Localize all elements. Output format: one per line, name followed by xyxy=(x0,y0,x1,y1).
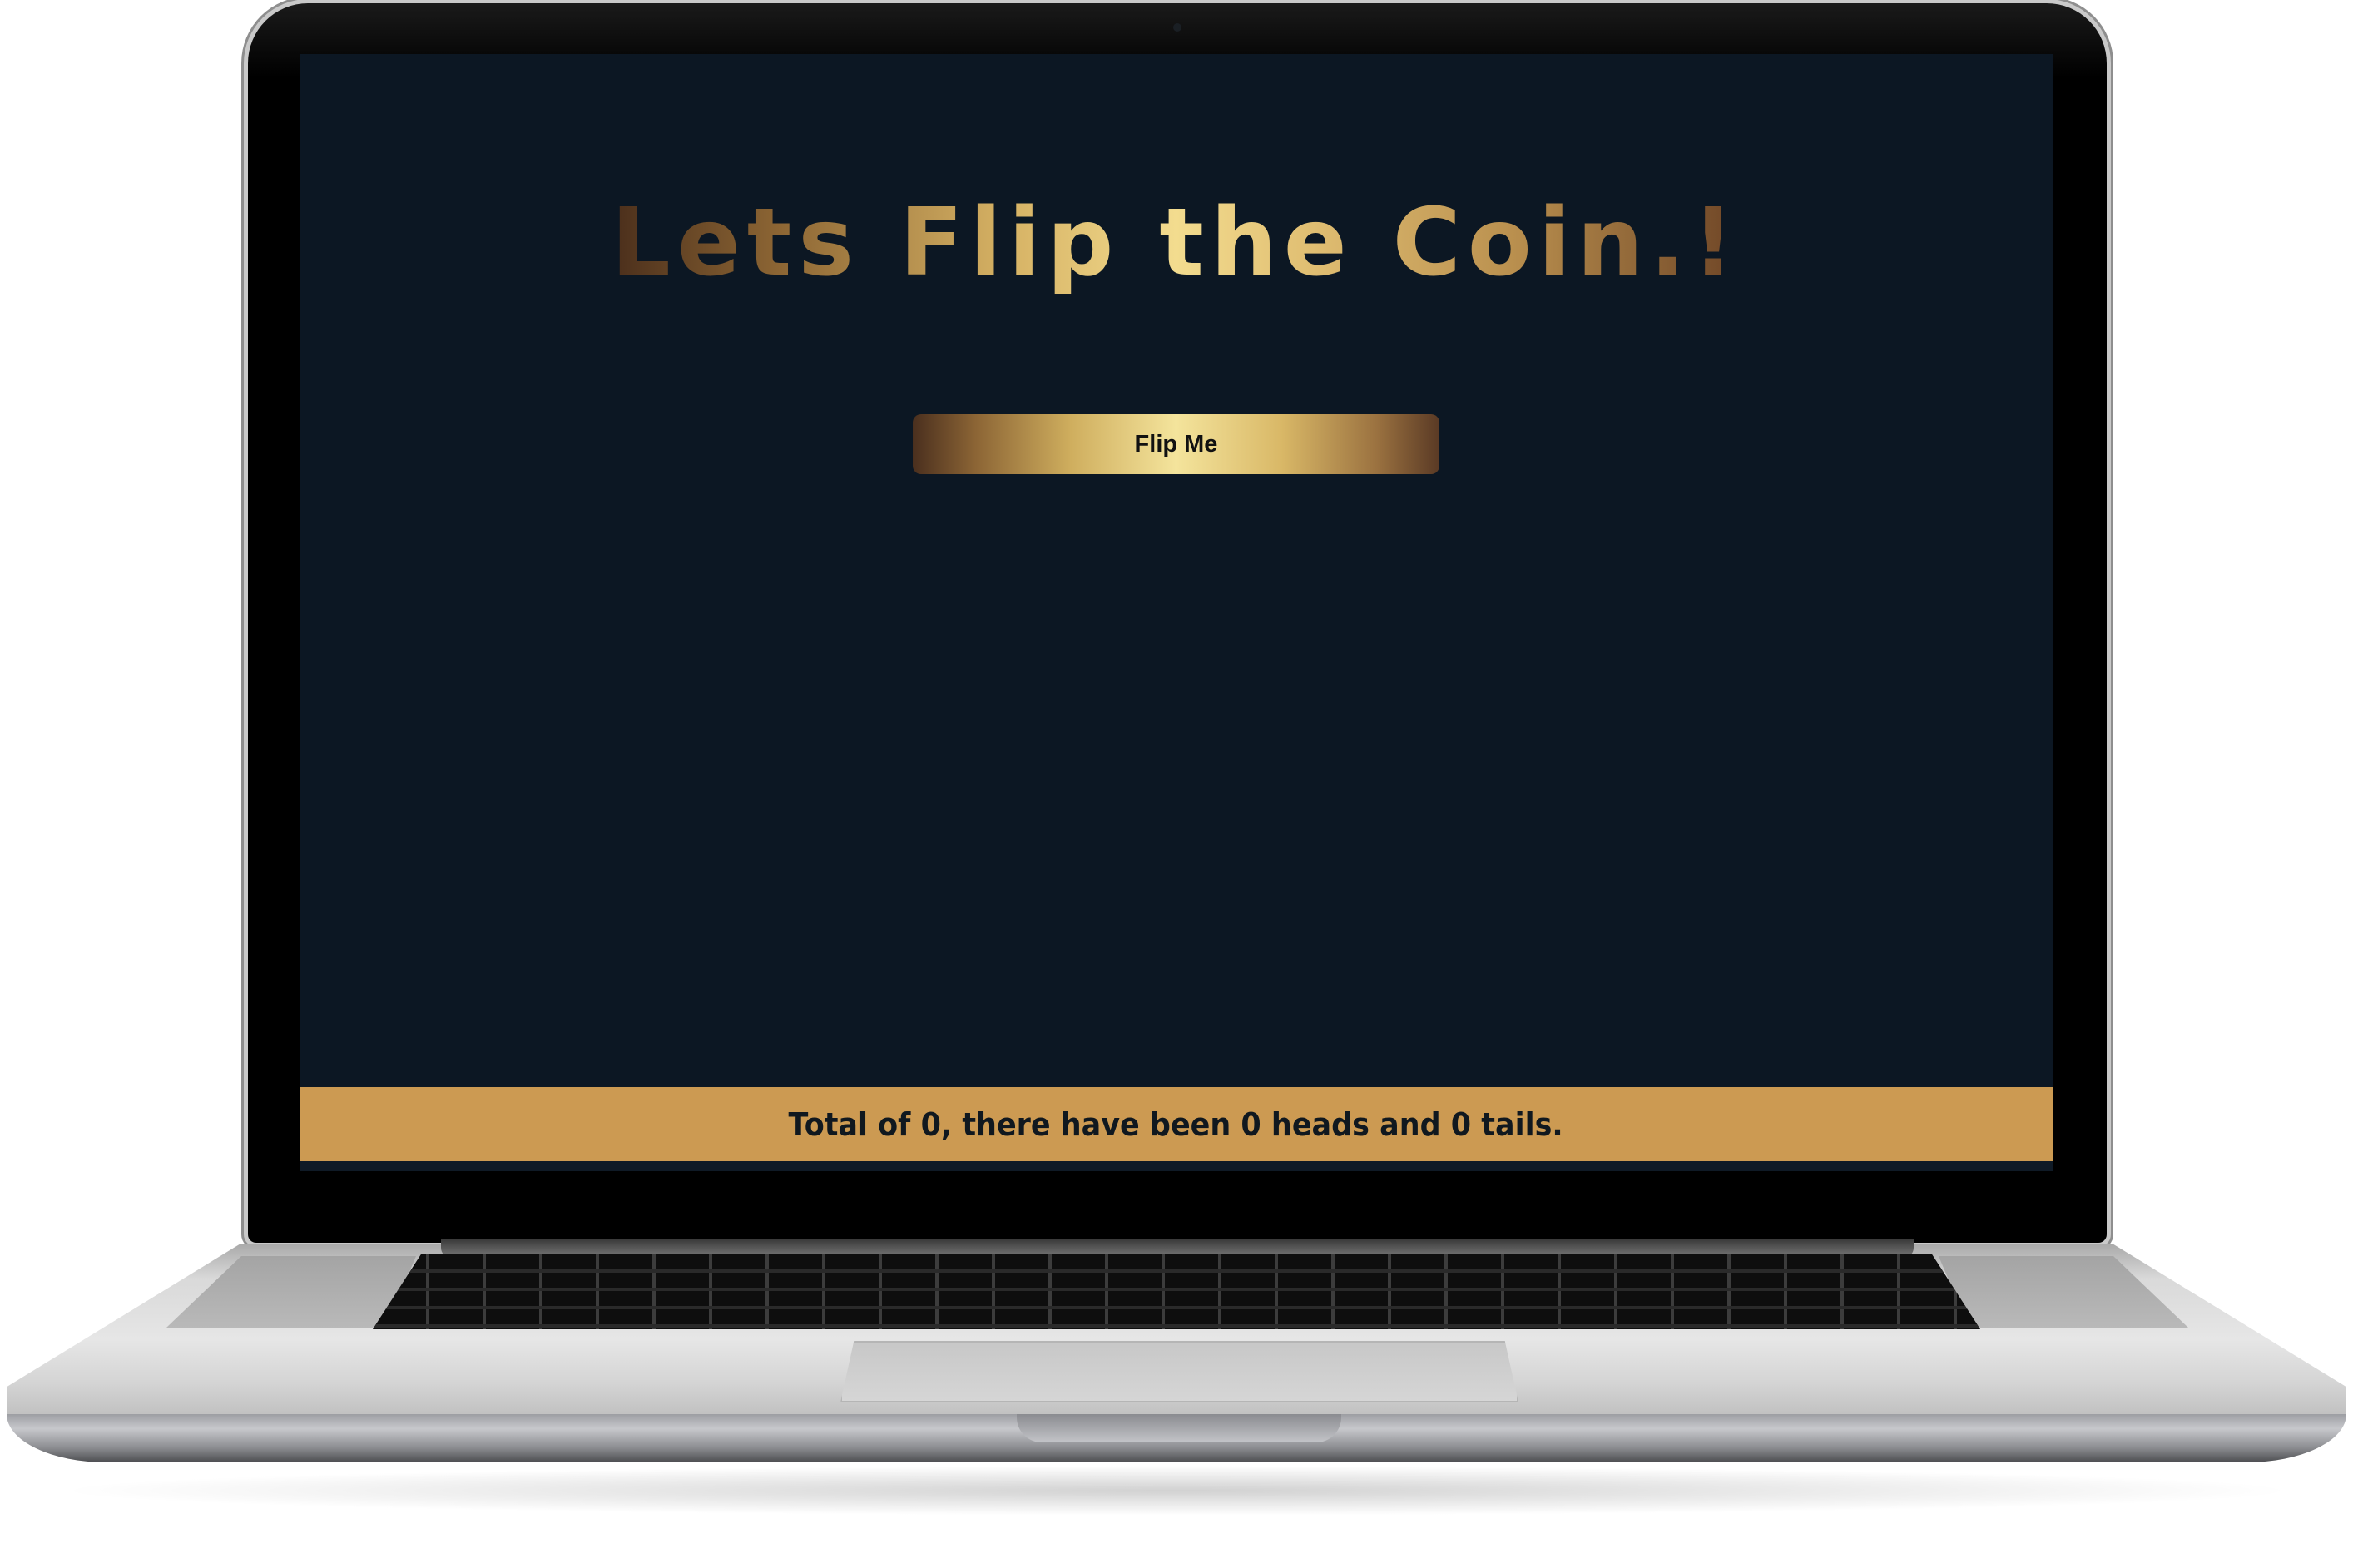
laptop-notch xyxy=(1017,1414,1341,1442)
status-text: Total of 0, there have been 0 heads and … xyxy=(788,1106,1564,1143)
screen-bottom-strip xyxy=(300,1161,2053,1171)
laptop-mockup: Lets Flip the Coin.! Flip Me Total of 0,… xyxy=(0,0,2353,1568)
keyboard-rows xyxy=(373,1254,1980,1329)
laptop-shadow xyxy=(50,1466,2303,1516)
status-footer: Total of 0, there have been 0 heads and … xyxy=(300,1087,2053,1161)
page-title-text: Lets Flip the Coin.! xyxy=(611,189,1741,297)
laptop-lid: Lets Flip the Coin.! Flip Me Total of 0,… xyxy=(248,3,2107,1243)
camera-dot xyxy=(1173,23,1181,32)
page-title: Lets Flip the Coin.! xyxy=(300,187,2053,299)
speaker-grille-right xyxy=(1939,1256,2188,1328)
trackpad xyxy=(840,1341,1518,1402)
app-screen: Lets Flip the Coin.! Flip Me Total of 0,… xyxy=(300,54,2053,1171)
flip-button[interactable]: Flip Me xyxy=(913,414,1439,474)
